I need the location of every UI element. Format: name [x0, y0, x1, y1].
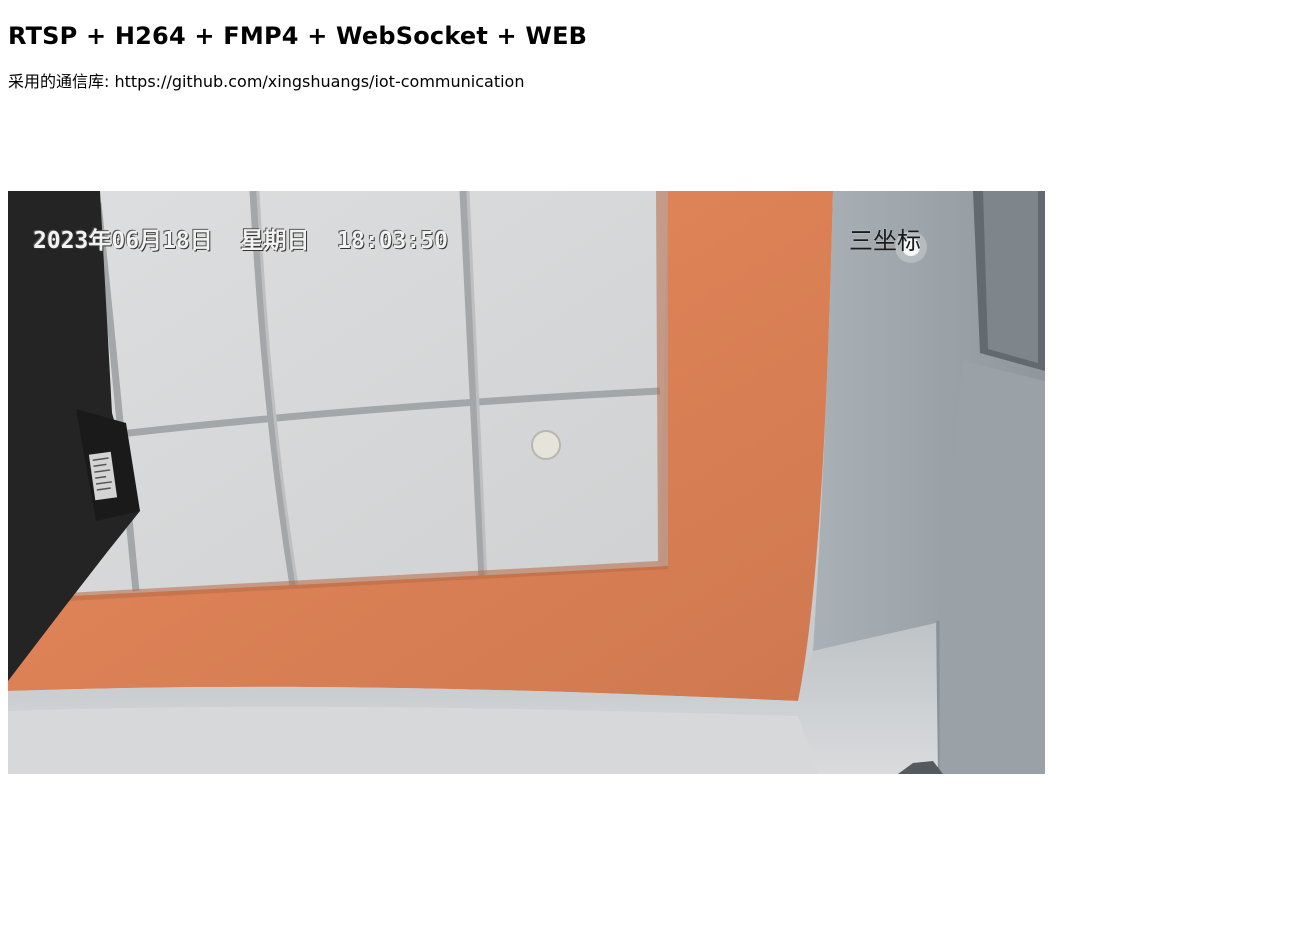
video-frame	[8, 191, 1045, 774]
video-camera-label: 三坐标	[849, 227, 921, 255]
video-timestamp-overlay: 2023年06月18日 星期日 18:03:50	[33, 228, 448, 254]
page: RTSP + H264 + FMP4 + WebSocket + WEB 采用的…	[0, 0, 1296, 937]
library-info: 采用的通信库: https://github.com/xingshuangs/i…	[8, 72, 525, 91]
video-player[interactable]: 2023年06月18日 星期日 18:03:50 三坐标	[8, 191, 1045, 774]
page-title: RTSP + H264 + FMP4 + WebSocket + WEB	[8, 22, 588, 50]
